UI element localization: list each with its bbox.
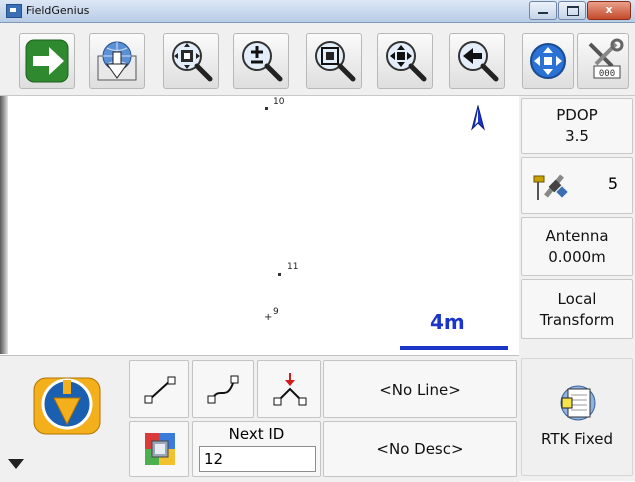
navigation-button[interactable] <box>522 33 574 89</box>
title-bar: FieldGenius x <box>0 0 635 23</box>
expand-arrow-icon[interactable] <box>8 459 24 469</box>
line-tool-button[interactable] <box>129 360 189 418</box>
transform-label-transform: Transform <box>539 311 615 329</box>
continue-button[interactable] <box>19 33 75 89</box>
zoom-previous-icon <box>458 41 499 82</box>
rtk-status-label: RTK Fixed <box>541 430 613 448</box>
map-canvas[interactable]: 10 11 + 9 4m <box>10 96 517 354</box>
line-icon <box>144 376 176 404</box>
zoom-in-out-button[interactable] <box>233 33 289 89</box>
store-point-button[interactable] <box>8 362 124 466</box>
close-icon: x <box>605 3 613 16</box>
antenna-label: Antenna <box>545 227 609 245</box>
curve-icon <box>207 375 239 404</box>
scale-bar <box>400 346 508 350</box>
antenna-value: 0.000m <box>548 248 606 266</box>
maximize-icon <box>567 6 579 16</box>
curve-tool-button[interactable] <box>192 360 254 418</box>
line-select-button[interactable]: <No Line> <box>323 360 517 418</box>
satellites-box[interactable]: 5 <box>521 157 633 214</box>
transform-label-local: Local <box>557 290 597 308</box>
status-panel: PDOP 3.5 5 Antenna 0.000m Local Transfor… <box>519 96 635 481</box>
zoom-window-icon <box>315 41 356 82</box>
rtk-status-box[interactable]: RTK Fixed <box>521 358 633 476</box>
zoom-window-button[interactable] <box>306 33 362 89</box>
window-controls: x <box>528 1 631 20</box>
pdop-box[interactable]: PDOP 3.5 <box>521 98 633 154</box>
zoom-plusminus-icon <box>242 41 283 82</box>
next-id-input[interactable] <box>199 446 316 472</box>
survey-rod-icon <box>33 377 101 435</box>
point-label: 11 <box>287 262 299 272</box>
minimize-button[interactable] <box>529 1 557 20</box>
satellite-icon <box>533 174 568 200</box>
point-label: 9 <box>273 307 279 317</box>
compass-icon <box>530 43 566 79</box>
tools-icon: 000 <box>588 38 624 79</box>
globe-download-icon <box>97 41 137 81</box>
next-id-label: Next ID <box>228 425 285 443</box>
transform-box[interactable]: Local Transform <box>521 279 633 339</box>
svg-text:000: 000 <box>599 69 615 79</box>
tools-button[interactable]: 000 <box>577 33 629 89</box>
point-marker <box>265 107 268 110</box>
satellite-count: 5 <box>607 174 618 193</box>
zoom-extents-button[interactable] <box>163 33 219 89</box>
zoom-extents-icon <box>172 41 213 82</box>
antenna-box[interactable]: Antenna 0.000m <box>521 217 633 276</box>
download-button[interactable] <box>89 33 145 89</box>
data-collector-icon <box>560 385 596 421</box>
next-id-panel: Next ID <box>192 421 321 477</box>
bottom-panel: <No Line> Next ID <No Desc> <box>0 355 519 482</box>
point-marker: + <box>264 312 273 323</box>
layers-button[interactable] <box>129 421 189 477</box>
point-label: 10 <box>273 97 285 107</box>
pan-icon <box>386 41 427 82</box>
pdop-value: 3.5 <box>565 127 589 145</box>
point-marker <box>278 273 281 276</box>
north-arrow-icon <box>471 105 485 131</box>
layers-icon <box>145 433 175 465</box>
pdop-label: PDOP <box>556 106 598 124</box>
line-select-value: <No Line> <box>379 381 461 399</box>
window-title: FieldGenius <box>26 4 90 17</box>
close-button[interactable]: x <box>587 1 631 20</box>
description-select-button[interactable]: <No Desc> <box>323 421 517 477</box>
insert-node-icon <box>273 373 307 406</box>
pan-button[interactable] <box>377 33 433 89</box>
description-select-value: <No Desc> <box>376 440 464 458</box>
app-icon <box>6 4 22 18</box>
map-left-edge <box>0 96 8 354</box>
scale-label: 4m <box>430 310 465 334</box>
insert-node-button[interactable] <box>257 360 321 418</box>
zoom-previous-button[interactable] <box>449 33 505 89</box>
maximize-button[interactable] <box>558 1 586 20</box>
arrow-right-icon <box>25 39 69 83</box>
toolbar: 000 <box>0 23 635 96</box>
minimize-icon <box>538 12 548 14</box>
